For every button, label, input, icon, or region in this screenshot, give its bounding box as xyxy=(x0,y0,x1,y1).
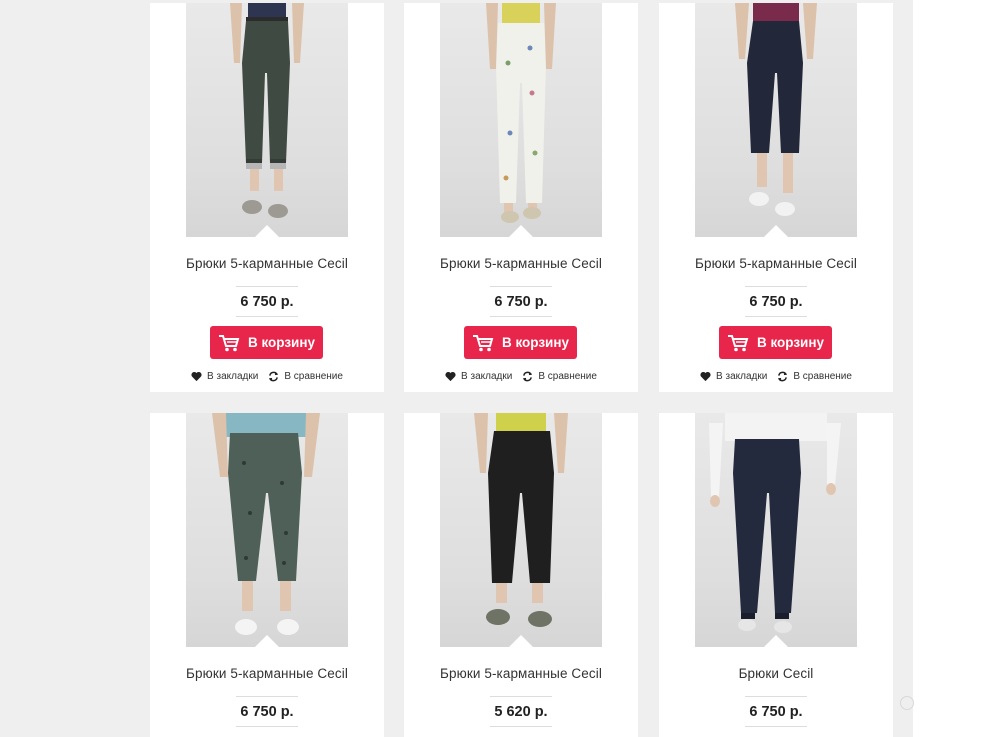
product-image[interactable] xyxy=(186,413,348,647)
divider xyxy=(490,286,552,287)
card-actions: В закладки В сравнение xyxy=(404,371,638,382)
divider xyxy=(236,286,298,287)
divider xyxy=(745,286,807,287)
product-photo-graphic xyxy=(735,3,817,216)
compare-label: В сравнение xyxy=(793,371,852,382)
product-title[interactable]: Брюки 5-карманные Cecil xyxy=(404,666,638,681)
compare-label: В сравнение xyxy=(284,371,343,382)
divider xyxy=(490,696,552,697)
product-photo-graphic xyxy=(474,413,568,627)
cart-icon xyxy=(727,334,749,351)
image-pointer xyxy=(255,225,279,237)
product-image[interactable] xyxy=(440,413,602,647)
watermark-icon xyxy=(900,696,914,710)
product-card: Брюки 5-карманные Cecil 6 750 р. В корзи… xyxy=(659,3,893,392)
product-card: Брюки 5-карманные Cecil 5 620 р. xyxy=(404,413,638,737)
product-title[interactable]: Брюки 5-карманные Cecil xyxy=(404,256,638,271)
compare-link[interactable]: В сравнение xyxy=(777,371,852,382)
heart-icon xyxy=(445,371,456,382)
cart-icon xyxy=(218,334,240,351)
product-photo-graphic xyxy=(230,3,304,218)
refresh-icon xyxy=(778,371,788,382)
add-to-cart-button[interactable]: В корзину xyxy=(719,326,832,359)
product-image[interactable] xyxy=(695,413,857,647)
product-price: 5 620 р. xyxy=(494,704,548,720)
cart-icon xyxy=(472,334,494,351)
product-photo-graphic xyxy=(212,413,320,635)
compare-link[interactable]: В сравнение xyxy=(268,371,343,382)
product-title[interactable]: Брюки 5-карманные Cecil xyxy=(150,666,384,681)
product-price: 6 750 р. xyxy=(749,704,803,720)
product-photo-graphic xyxy=(486,3,556,223)
bookmark-link[interactable]: В закладки xyxy=(445,371,512,382)
compare-label: В сравнение xyxy=(538,371,597,382)
product-card: Брюки 5-карманные Cecil 6 750 р. В корзи… xyxy=(404,3,638,392)
product-title[interactable]: Брюки 5-карманные Cecil xyxy=(659,256,893,271)
divider xyxy=(236,316,298,317)
bookmark-label: В закладки xyxy=(207,371,259,382)
product-card: Брюки 5-карманные Cecil 6 750 р. xyxy=(150,413,384,737)
card-actions: В закладки В сравнение xyxy=(659,371,893,382)
divider xyxy=(490,726,552,727)
image-pointer xyxy=(764,635,788,647)
image-pointer xyxy=(764,225,788,237)
image-pointer xyxy=(509,635,533,647)
bookmark-label: В закладки xyxy=(461,371,513,382)
image-pointer xyxy=(255,635,279,647)
product-card: Брюки Cecil 6 750 р. xyxy=(659,413,893,737)
bookmark-link[interactable]: В закладки xyxy=(191,371,258,382)
refresh-icon xyxy=(269,371,279,382)
product-image[interactable] xyxy=(695,3,857,237)
add-to-cart-button[interactable]: В корзину xyxy=(210,326,323,359)
product-grid: Брюки 5-карманные Cecil 6 750 р. В корзи… xyxy=(150,0,894,737)
product-card: Брюки 5-карманные Cecil 6 750 р. В корзи… xyxy=(150,3,384,392)
product-price: 6 750 р. xyxy=(494,294,548,310)
divider xyxy=(490,316,552,317)
add-to-cart-label: В корзину xyxy=(756,335,825,350)
image-pointer xyxy=(509,225,533,237)
product-price: 6 750 р. xyxy=(240,704,294,720)
heart-icon xyxy=(191,371,202,382)
product-price: 6 750 р. xyxy=(749,294,803,310)
compare-link[interactable]: В сравнение xyxy=(522,371,597,382)
heart-icon xyxy=(700,371,711,382)
product-title[interactable]: Брюки Cecil xyxy=(659,666,893,681)
divider xyxy=(236,726,298,727)
divider xyxy=(236,696,298,697)
bookmark-link[interactable]: В закладки xyxy=(700,371,767,382)
add-to-cart-label: В корзину xyxy=(501,335,570,350)
product-title[interactable]: Брюки 5-карманные Cecil xyxy=(150,256,384,271)
divider xyxy=(745,696,807,697)
bookmark-label: В закладки xyxy=(716,371,768,382)
refresh-icon xyxy=(523,371,533,382)
product-price: 6 750 р. xyxy=(240,294,294,310)
card-actions: В закладки В сравнение xyxy=(150,371,384,382)
add-to-cart-label: В корзину xyxy=(247,335,316,350)
divider xyxy=(745,316,807,317)
product-photo-graphic xyxy=(709,413,841,633)
divider xyxy=(745,726,807,727)
product-image[interactable] xyxy=(186,3,348,237)
right-side-panel xyxy=(913,0,989,737)
add-to-cart-button[interactable]: В корзину xyxy=(464,326,577,359)
product-image[interactable] xyxy=(440,3,602,237)
